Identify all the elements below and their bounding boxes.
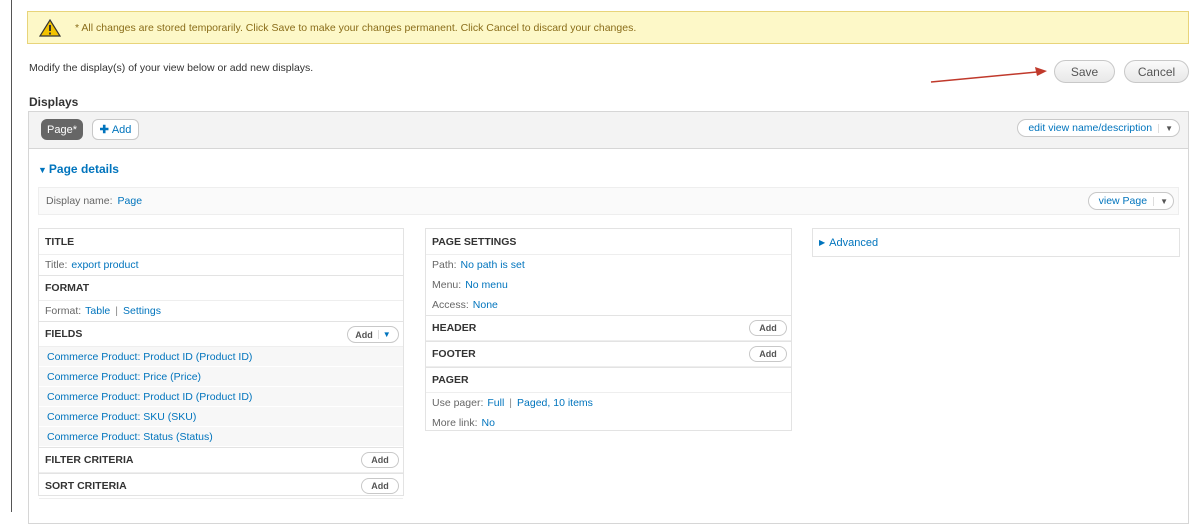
chevron-right-icon: ▶: [819, 238, 826, 247]
pager-section-heading: PAGER: [426, 367, 791, 393]
fields-heading-label: FIELDS: [45, 328, 83, 340]
separator: |: [509, 397, 513, 409]
page-details-toggle[interactable]: ▼ Page details: [38, 162, 119, 176]
path-label: Path:: [432, 259, 457, 271]
add-field-label: Add: [355, 329, 373, 340]
window-left-edge: [0, 0, 12, 512]
add-field-button[interactable]: Add ▼: [347, 326, 399, 343]
title-label: Title:: [45, 259, 68, 271]
path-link[interactable]: No path is set: [461, 259, 525, 271]
title-section-heading: TITLE: [39, 229, 403, 255]
access-label: Access:: [432, 299, 469, 311]
more-link-label: More link:: [432, 417, 478, 429]
warning-text: * All changes are stored temporarily. Cl…: [75, 21, 637, 34]
advanced-toggle[interactable]: ▶ Advanced: [813, 229, 1179, 256]
title-row: Title: export product: [39, 255, 403, 275]
use-pager-link[interactable]: Full: [487, 397, 504, 409]
display-name-label: Display name:: [46, 195, 113, 207]
sort-heading-label: SORT CRITERIA: [45, 480, 127, 492]
display-name-link[interactable]: Page: [118, 195, 143, 207]
tab-page[interactable]: Page*: [41, 119, 83, 140]
add-sort-button[interactable]: Add: [361, 478, 399, 494]
annotation-arrow-icon: [930, 67, 1047, 83]
field-link[interactable]: Commerce Product: Price (Price): [47, 371, 201, 383]
field-link[interactable]: Commerce Product: Product ID (Product ID…: [47, 351, 252, 363]
plus-icon: ✚: [99, 124, 109, 136]
add-footer-button[interactable]: Add: [749, 346, 787, 362]
field-item: Commerce Product: Status (Status): [39, 427, 403, 447]
field-item: Commerce Product: Product ID (Product ID…: [39, 347, 403, 367]
sort-criteria-heading: SORT CRITERIA Add: [39, 473, 403, 499]
menu-link[interactable]: No menu: [465, 279, 508, 291]
chevron-down-icon[interactable]: ▼: [1158, 123, 1173, 133]
displays-heading: Displays: [29, 95, 79, 109]
field-item: Commerce Product: Price (Price): [39, 367, 403, 387]
use-pager-label: Use pager:: [432, 397, 484, 409]
more-link-value[interactable]: No: [482, 417, 495, 429]
path-row: Path: No path is set: [426, 255, 791, 275]
display-name-row: Display name: Page view Page ▼: [38, 187, 1179, 215]
edit-view-label: edit view name/description: [1028, 122, 1153, 134]
view-page-button[interactable]: view Page ▼: [1087, 192, 1174, 210]
use-pager-row: Use pager: Full | Paged, 10 items: [426, 393, 791, 413]
title-value-link[interactable]: export product: [71, 259, 138, 271]
footer-section-heading: FOOTER Add: [426, 341, 791, 367]
filter-heading-label: FILTER CRITERIA: [45, 454, 134, 466]
add-display-button[interactable]: ✚ Add: [92, 119, 139, 140]
field-item: Commerce Product: Product ID (Product ID…: [39, 387, 403, 407]
format-settings-link[interactable]: Settings: [123, 305, 161, 317]
more-link-row: More link: No: [426, 413, 791, 433]
save-button[interactable]: Save: [1054, 60, 1115, 83]
chevron-down-icon: ▼: [38, 165, 47, 175]
chevron-down-icon[interactable]: ▼: [1153, 196, 1168, 206]
access-link[interactable]: None: [473, 299, 498, 311]
add-display-label: Add: [111, 123, 132, 136]
filter-criteria-heading: FILTER CRITERIA Add: [39, 447, 403, 473]
field-item: Commerce Product: SKU (SKU): [39, 407, 403, 427]
footer-heading-label: FOOTER: [432, 348, 476, 360]
header-heading-label: HEADER: [432, 322, 477, 334]
column-left: TITLE Title: export product FORMAT Forma…: [38, 228, 404, 499]
separator: |: [115, 305, 119, 317]
displays-tab-bar: Page* ✚ Add edit view name/description ▼: [28, 111, 1189, 149]
warning-banner: * All changes are stored temporarily. Cl…: [27, 11, 1189, 44]
format-section-heading: FORMAT: [39, 275, 403, 301]
menu-label: Menu:: [432, 279, 462, 291]
advanced-label: Advanced: [829, 236, 879, 249]
page-details-label: Page details: [48, 162, 119, 176]
format-row: Format: Table | Settings: [39, 301, 403, 321]
field-link[interactable]: Commerce Product: Status (Status): [47, 431, 213, 443]
edit-view-name-button[interactable]: edit view name/description ▼: [1017, 119, 1180, 137]
intro-text: Modify the display(s) of your view below…: [29, 62, 314, 74]
add-header-button[interactable]: Add: [749, 320, 787, 336]
header-section-heading: HEADER Add: [426, 315, 791, 341]
paged-items-link[interactable]: Paged, 10 items: [517, 397, 593, 409]
chevron-down-icon[interactable]: ▼: [377, 330, 391, 339]
field-link[interactable]: Commerce Product: Product ID (Product ID…: [47, 391, 252, 403]
cancel-button[interactable]: Cancel: [1124, 60, 1189, 83]
warning-icon: [39, 18, 61, 37]
view-page-label: view Page: [1098, 195, 1148, 207]
column-right: ▶ Advanced: [812, 228, 1180, 257]
format-value-link[interactable]: Table: [85, 305, 110, 317]
menu-row: Menu: No menu: [426, 275, 791, 295]
fields-section-heading: FIELDS Add ▼: [39, 321, 403, 347]
format-label: Format:: [45, 305, 82, 317]
access-row: Access: None: [426, 295, 791, 315]
column-middle: PAGE SETTINGS Path: No path is set Menu:…: [425, 228, 792, 431]
add-filter-button[interactable]: Add: [361, 452, 399, 468]
field-link[interactable]: Commerce Product: SKU (SKU): [47, 411, 196, 423]
page-settings-heading: PAGE SETTINGS: [426, 229, 791, 255]
